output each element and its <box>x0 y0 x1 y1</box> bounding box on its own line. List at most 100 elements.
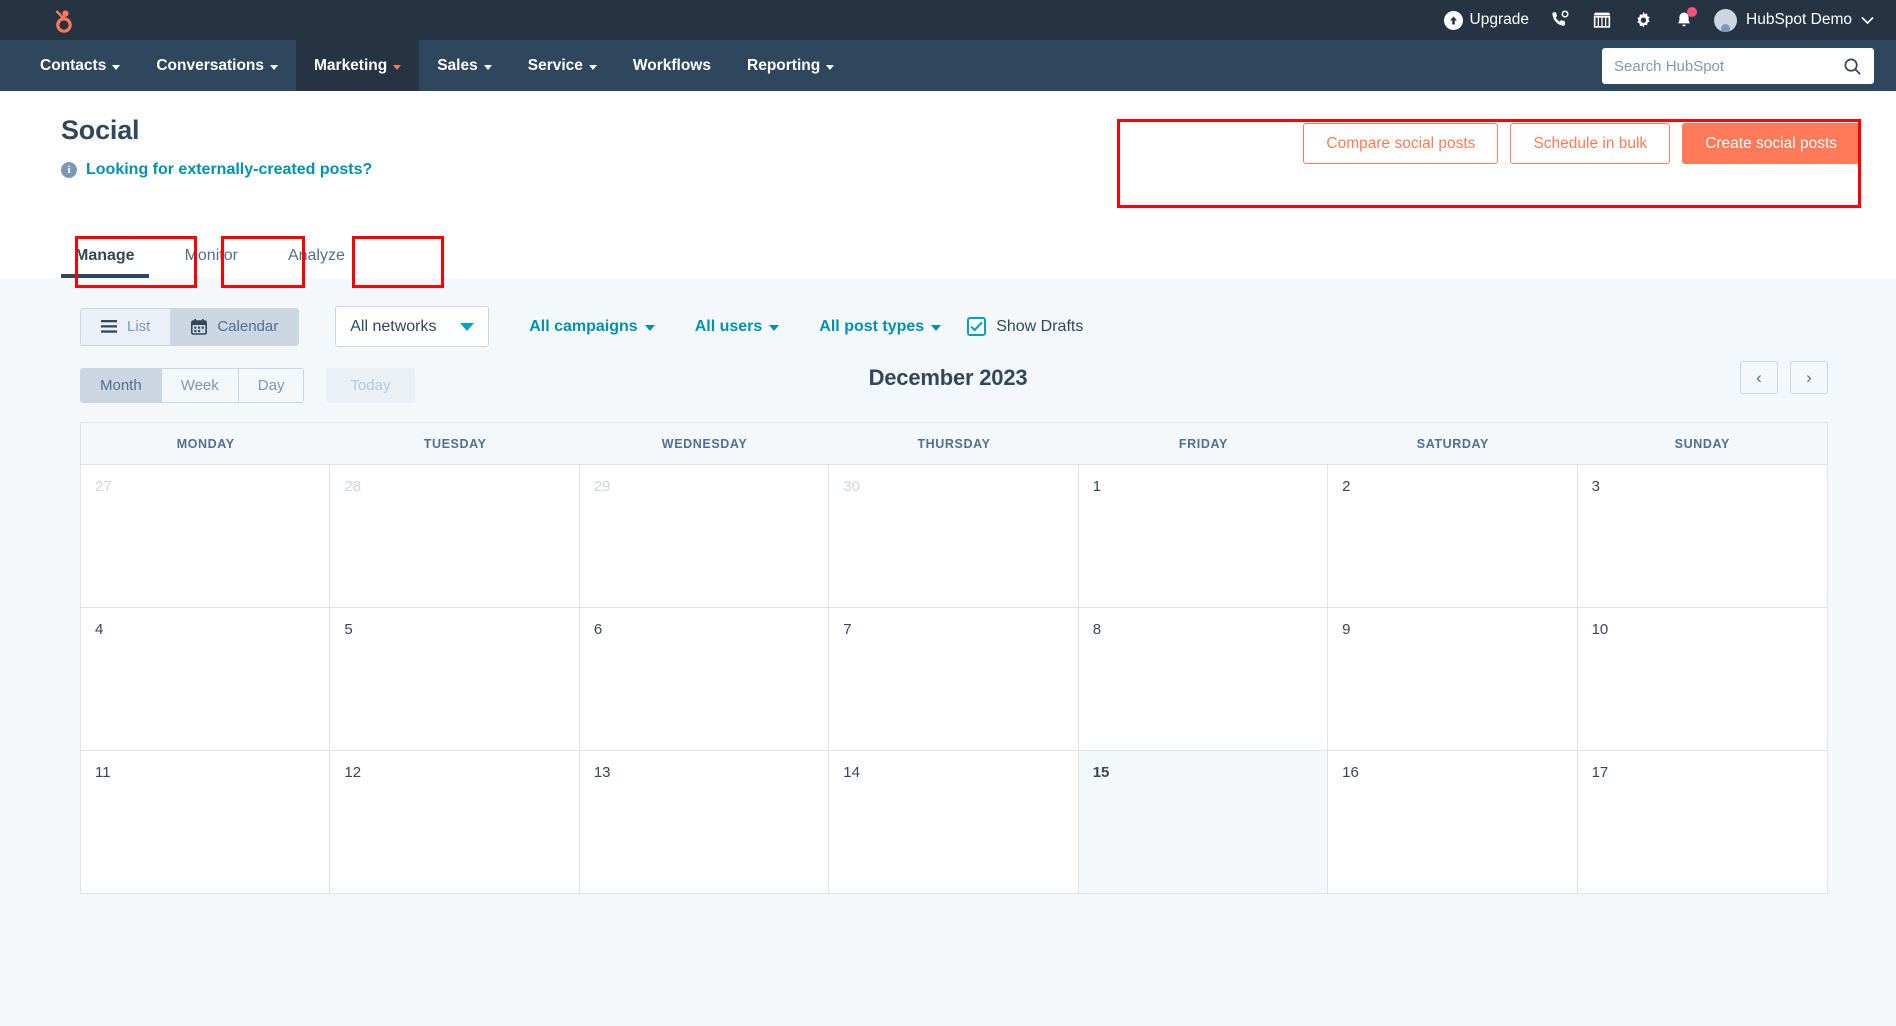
page-header: Social i Looking for externally-created … <box>0 91 1896 278</box>
range-day[interactable]: Day <box>237 368 304 402</box>
calendar-day-cell[interactable]: 8 <box>1079 608 1329 750</box>
list-icon <box>101 320 117 333</box>
chevron-down-icon <box>644 325 655 331</box>
calendar-day-cell[interactable]: 5 <box>330 608 580 750</box>
search-input[interactable] <box>1614 57 1843 75</box>
calendar-day-cell[interactable]: 9 <box>1328 608 1578 750</box>
view-toggle-list[interactable]: List <box>81 308 171 345</box>
account-name: HubSpot Demo <box>1746 11 1852 28</box>
campaigns-filter[interactable]: All campaigns <box>529 317 655 336</box>
calendar-week-row: 4 5 6 7 8 9 10 <box>81 608 1827 751</box>
calendar-day-cell[interactable]: 28 <box>330 465 580 607</box>
calendar-day-cell[interactable]: 1 <box>1079 465 1329 607</box>
calendar-weekday-header: MONDAY TUESDAY WEDNESDAY THURSDAY FRIDAY… <box>81 423 1827 465</box>
compare-social-posts-button[interactable]: Compare social posts <box>1303 123 1499 164</box>
schedule-in-bulk-button[interactable]: Schedule in bulk <box>1510 123 1671 164</box>
nav-item-label: Service <box>527 56 583 74</box>
global-search[interactable] <box>1602 48 1874 84</box>
nav-items: Contacts Conversations Marketing Sales S… <box>22 40 852 91</box>
nav-item-service[interactable]: Service <box>510 40 615 91</box>
range-toggle: Month Week Day <box>80 367 305 403</box>
today-button[interactable]: Today <box>326 367 415 403</box>
chevron-down-icon <box>588 64 597 70</box>
next-month-button[interactable]: › <box>1790 361 1828 394</box>
show-drafts-checkbox[interactable]: Show Drafts <box>967 317 1083 336</box>
calendar-week-row: 11 12 13 14 15 16 17 <box>81 751 1827 893</box>
tab-monitor[interactable]: Monitor <box>171 239 252 278</box>
nav-item-conversations[interactable]: Conversations <box>138 40 296 91</box>
view-toggle-list-label: List <box>127 318 151 335</box>
bell-icon[interactable] <box>1674 7 1698 30</box>
networks-select-value: All networks <box>350 317 437 335</box>
calendar-day-cell[interactable]: 10 <box>1578 608 1827 750</box>
nav-item-label: Reporting <box>747 56 821 74</box>
nav-item-contacts[interactable]: Contacts <box>22 40 138 91</box>
calendar-day-cell[interactable]: 13 <box>580 751 830 893</box>
weekday-monday: MONDAY <box>176 437 235 451</box>
chevron-down-icon <box>769 325 780 331</box>
create-social-posts-button[interactable]: Create social posts <box>1682 123 1860 164</box>
calendar-day-cell[interactable]: 6 <box>580 608 830 750</box>
header-actions: Compare social posts Schedule in bulk Cr… <box>1303 123 1860 164</box>
view-toggle-calendar[interactable]: Calendar <box>170 308 299 345</box>
post-types-filter[interactable]: All post types <box>819 318 942 336</box>
chevron-down-icon <box>112 64 121 70</box>
chevron-down-icon <box>393 64 402 70</box>
calendar-day-cell[interactable]: 16 <box>1328 751 1578 893</box>
avatar <box>1714 8 1738 32</box>
prev-month-button[interactable]: ‹ <box>1740 361 1778 394</box>
calendar-day-cell[interactable]: 27 <box>81 465 331 607</box>
calendar-day-cell[interactable]: 30 <box>829 465 1079 607</box>
view-toggle-calendar-label: Calendar <box>217 318 279 335</box>
range-month[interactable]: Month <box>81 368 161 402</box>
nav-item-marketing[interactable]: Marketing <box>296 40 420 91</box>
weekday-sunday: SUNDAY <box>1674 437 1730 451</box>
up-arrow-circle-icon <box>1443 10 1463 30</box>
gear-icon[interactable] <box>1633 10 1654 31</box>
range-week[interactable]: Week <box>160 368 238 402</box>
hubspot-sprocket-logo-icon[interactable] <box>42 3 76 37</box>
calendar-day-cell[interactable]: 3 <box>1578 465 1827 607</box>
phone-icon[interactable] <box>1549 9 1571 31</box>
calendar-day-cell[interactable]: 2 <box>1328 465 1578 607</box>
chevron-down-icon <box>826 64 835 70</box>
nav-item-sales[interactable]: Sales <box>419 40 510 91</box>
calendar-day-cell[interactable]: 29 <box>580 465 830 607</box>
nav-item-label: Contacts <box>40 56 107 74</box>
calendar-nav-arrows: ‹ › <box>1740 361 1828 394</box>
external-posts-label: Looking for externally-created posts? <box>86 161 373 178</box>
tab-analyze[interactable]: Analyze <box>274 239 359 278</box>
upgrade-button[interactable]: Upgrade <box>1443 10 1529 30</box>
calendar-week-row: 27 28 29 30 1 2 3 <box>81 465 1827 608</box>
calendar-day-cell[interactable]: 4 <box>81 608 331 750</box>
calendar-day-cell[interactable]: 7 <box>829 608 1079 750</box>
chevron-down-icon <box>1861 16 1874 24</box>
calendar-day-cell[interactable]: 11 <box>81 751 331 893</box>
calendar-day-cell-today[interactable]: 15 <box>1078 751 1329 893</box>
calendar-day-cell[interactable]: 12 <box>330 751 580 893</box>
calendar-day-cell[interactable]: 14 <box>829 751 1079 893</box>
notification-badge-dot <box>1687 7 1698 17</box>
nav-item-workflows[interactable]: Workflows <box>615 40 729 91</box>
users-filter[interactable]: All users <box>695 318 780 336</box>
calendar-nav: Month Week Day Today December 2023 ‹ › <box>0 347 1896 409</box>
nav-item-label: Conversations <box>156 56 264 74</box>
account-menu[interactable]: HubSpot Demo <box>1714 8 1874 32</box>
page-tabs: Manage Monitor Analyze <box>61 239 359 278</box>
marketplace-storefront-icon[interactable] <box>1591 9 1613 31</box>
external-posts-link[interactable]: i Looking for externally-created posts? <box>61 161 372 179</box>
view-toggle: List Calendar <box>80 307 300 346</box>
campaigns-filter-label: All campaigns <box>529 317 638 335</box>
networks-select[interactable]: All networks <box>335 306 490 347</box>
weekday-tuesday: TUESDAY <box>423 437 487 451</box>
weekday-friday: FRIDAY <box>1178 437 1228 451</box>
nav-item-label: Marketing <box>314 56 388 74</box>
checkmark-icon <box>967 317 987 336</box>
nav-item-reporting[interactable]: Reporting <box>729 40 852 91</box>
weekday-saturday: SATURDAY <box>1416 437 1489 451</box>
tab-manage[interactable]: Manage <box>61 239 149 278</box>
main-content: List Calendar All networks All campaigns… <box>0 278 1896 1026</box>
chevron-down-icon <box>270 64 278 70</box>
calendar-day-cell[interactable]: 17 <box>1578 751 1827 893</box>
search-icon[interactable] <box>1843 57 1862 76</box>
